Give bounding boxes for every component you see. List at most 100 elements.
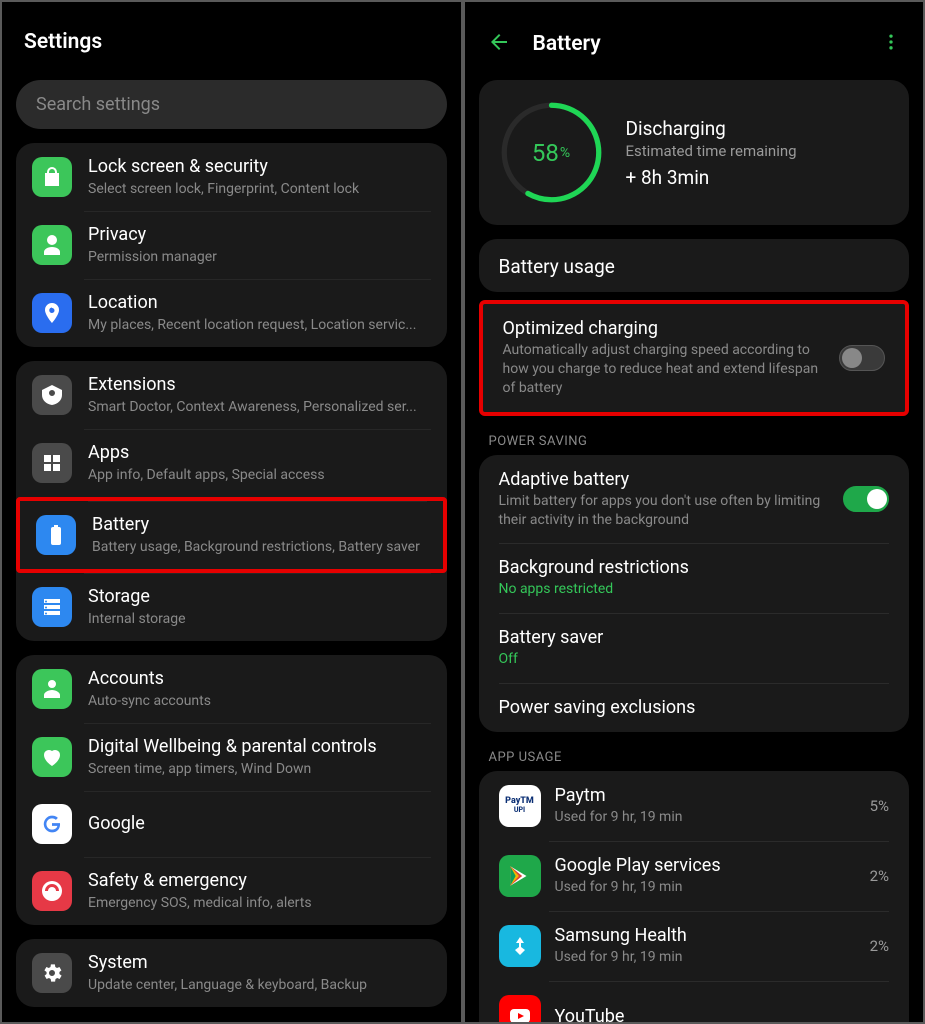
- settings-item-sub: Select screen lock, Fingerprint, Content…: [88, 181, 431, 199]
- app-usage-sub: Used for 9 hr, 19 min: [555, 948, 856, 967]
- app-usage-pct: 2%: [870, 867, 889, 885]
- google-icon: [32, 804, 72, 844]
- settings-header: Settings: [2, 2, 461, 76]
- settings-item-title: System: [88, 952, 431, 975]
- power-saving-section-label: POWER SAVING: [465, 424, 924, 455]
- page-title: Settings: [24, 30, 102, 54]
- battery-percent: 58%: [499, 100, 604, 205]
- app-usage-youtube[interactable]: YouTube: [479, 981, 910, 1022]
- app-usage-pct: 5%: [870, 797, 889, 815]
- settings-item-title: Google: [88, 813, 431, 836]
- settings-item-title: Storage: [88, 586, 431, 609]
- back-icon[interactable]: [487, 30, 511, 58]
- row-sub: Off: [499, 650, 890, 669]
- settings-item-sub: Internal storage: [88, 611, 431, 629]
- app-usage-gplay[interactable]: Google Play services Used for 9 hr, 19 m…: [479, 841, 910, 911]
- wellbeing-icon: [32, 737, 72, 777]
- settings-item-title: Extensions: [88, 374, 431, 397]
- optimized-charging-row[interactable]: Optimized charging Automatically adjust …: [483, 304, 906, 412]
- settings-item-privacy[interactable]: Privacy Permission manager: [16, 211, 447, 279]
- settings-item-sub: App info, Default apps, Special access: [88, 467, 431, 485]
- battery-ring: 58%: [499, 100, 604, 205]
- power-saving-bgrestrict[interactable]: Background restrictions No apps restrict…: [479, 543, 910, 613]
- shealth-app-icon: [499, 925, 541, 967]
- optimized-charging-group: Optimized charging Automatically adjust …: [479, 300, 910, 416]
- extensions-icon: [32, 375, 72, 415]
- settings-item-accounts[interactable]: Accounts Auto-sync accounts: [16, 655, 447, 723]
- settings-item-battery[interactable]: Battery Battery usage, Background restri…: [16, 497, 447, 573]
- settings-item-title: Privacy: [88, 224, 431, 247]
- lock-icon: [32, 157, 72, 197]
- optimized-charging-toggle[interactable]: [839, 345, 885, 371]
- settings-item-sub: Screen time, app timers, Wind Down: [88, 761, 431, 779]
- settings-item-sub: Battery usage, Background restrictions, …: [92, 539, 427, 557]
- gplay-app-icon: [499, 855, 541, 897]
- system-icon: [32, 953, 72, 993]
- battery-usage-row[interactable]: Battery usage: [479, 239, 910, 292]
- battery-screen: Battery 58% Discharging Estimated time r…: [465, 2, 924, 1022]
- app-usage-sub: Used for 9 hr, 19 min: [555, 808, 856, 827]
- settings-item-title: Apps: [88, 442, 431, 465]
- app-usage-paytm[interactable]: PayTMUPI Paytm Used for 9 hr, 19 min 5%: [479, 771, 910, 841]
- app-usage-group: PayTMUPI Paytm Used for 9 hr, 19 min 5% …: [479, 771, 910, 1022]
- row-title: Power saving exclusions: [499, 697, 890, 718]
- power-saving-group: Adaptive battery Limit battery for apps …: [479, 455, 910, 733]
- power-saving-exclusions[interactable]: Power saving exclusions: [479, 683, 910, 732]
- optimized-charging-sub: Automatically adjust charging speed acco…: [503, 341, 826, 398]
- row-title: Adaptive battery: [499, 469, 830, 490]
- app-name: Google Play services: [555, 855, 856, 876]
- row-title: Battery saver: [499, 627, 890, 648]
- battery-icon: [36, 515, 76, 555]
- settings-item-sub: Emergency SOS, medical info, alerts: [88, 895, 431, 913]
- adaptive-toggle[interactable]: [843, 486, 889, 512]
- battery-status: Discharging: [626, 117, 797, 140]
- youtube-app-icon: [499, 995, 541, 1022]
- battery-header: Battery: [465, 2, 924, 80]
- settings-item-google[interactable]: Google: [16, 791, 447, 857]
- app-name: YouTube: [555, 1006, 890, 1022]
- row-sub: Limit battery for apps you don't use oft…: [499, 492, 830, 530]
- accounts-icon: [32, 669, 72, 709]
- app-usage-pct: 2%: [870, 937, 889, 955]
- settings-screen: Settings Search settings Lock screen & s…: [2, 2, 461, 1022]
- search-input[interactable]: Search settings: [16, 80, 447, 129]
- settings-item-sub: Auto-sync accounts: [88, 693, 431, 711]
- settings-item-sub: Update center, Language & keyboard, Back…: [88, 977, 431, 995]
- app-name: Paytm: [555, 785, 856, 806]
- settings-item-sub: Smart Doctor, Context Awareness, Persona…: [88, 399, 431, 417]
- settings-item-title: Safety & emergency: [88, 870, 431, 893]
- row-sub: No apps restricted: [499, 580, 890, 599]
- battery-remaining: + 8h 3min: [626, 166, 797, 189]
- app-usage-section-label: APP USAGE: [465, 740, 924, 771]
- paytm-app-icon: PayTMUPI: [499, 785, 541, 827]
- settings-item-safety[interactable]: Safety & emergency Emergency SOS, medica…: [16, 857, 447, 925]
- settings-list: Lock screen & security Select screen loc…: [2, 143, 461, 1022]
- apps-icon: [32, 443, 72, 483]
- battery-status-text: Discharging Estimated time remaining + 8…: [626, 117, 797, 189]
- battery-est-label: Estimated time remaining: [626, 142, 797, 160]
- settings-item-sub: My places, Recent location request, Loca…: [88, 317, 431, 335]
- battery-status-card[interactable]: 58% Discharging Estimated time remaining…: [479, 80, 910, 225]
- settings-item-title: Digital Wellbeing & parental controls: [88, 736, 431, 759]
- settings-item-sub: Permission manager: [88, 249, 431, 267]
- safety-icon: [32, 871, 72, 911]
- more-menu-icon[interactable]: [881, 32, 901, 56]
- settings-item-title: Accounts: [88, 668, 431, 691]
- settings-item-title: Location: [88, 292, 431, 315]
- location-icon: [32, 293, 72, 333]
- power-saving-saver[interactable]: Battery saver Off: [479, 613, 910, 683]
- power-saving-adaptive[interactable]: Adaptive battery Limit battery for apps …: [479, 455, 910, 544]
- settings-item-extensions[interactable]: Extensions Smart Doctor, Context Awarene…: [16, 361, 447, 429]
- app-name: Samsung Health: [555, 925, 856, 946]
- storage-icon: [32, 587, 72, 627]
- settings-item-system[interactable]: System Update center, Language & keyboar…: [16, 939, 447, 1007]
- app-usage-sub: Used for 9 hr, 19 min: [555, 878, 856, 897]
- settings-item-storage[interactable]: Storage Internal storage: [16, 573, 447, 641]
- settings-item-lock[interactable]: Lock screen & security Select screen loc…: [16, 143, 447, 211]
- app-usage-shealth[interactable]: Samsung Health Used for 9 hr, 19 min 2%: [479, 911, 910, 981]
- settings-item-wellbeing[interactable]: Digital Wellbeing & parental controls Sc…: [16, 723, 447, 791]
- settings-item-title: Battery: [92, 514, 427, 537]
- settings-item-apps[interactable]: Apps App info, Default apps, Special acc…: [16, 429, 447, 497]
- settings-item-location[interactable]: Location My places, Recent location requ…: [16, 279, 447, 347]
- battery-usage-group: Battery usage: [479, 239, 910, 292]
